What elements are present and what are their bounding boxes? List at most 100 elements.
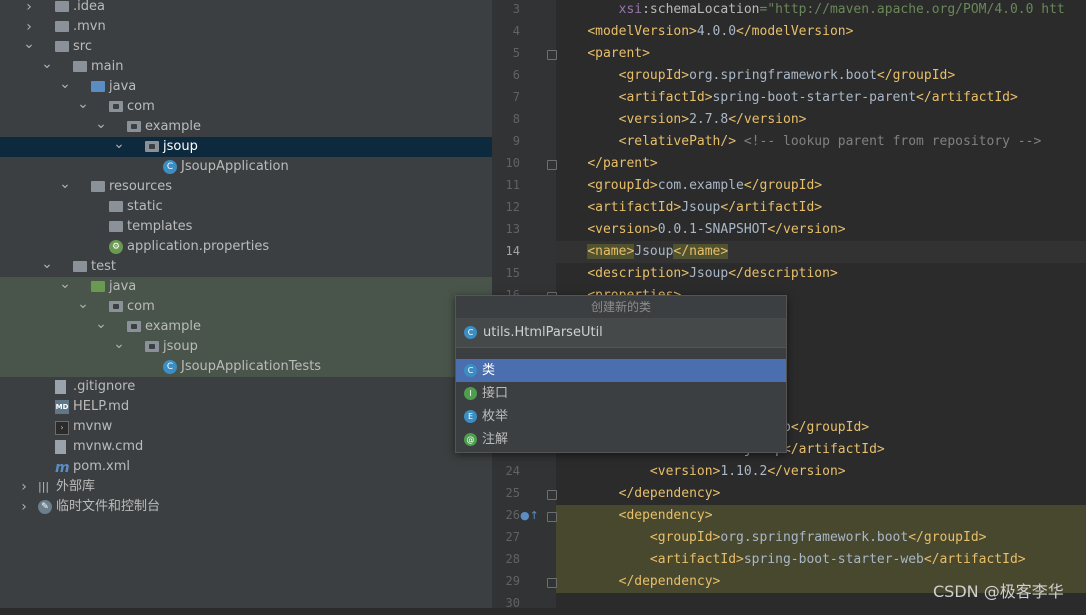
popup-option[interactable]: C类 xyxy=(456,359,786,382)
tree-item-[interactable]: › ✎ 临时文件和控制台 xyxy=(0,497,492,517)
tree-item-example[interactable]: ⌄ example xyxy=(0,117,492,137)
chevron-down-icon[interactable]: ⌄ xyxy=(77,97,89,111)
fold-icon[interactable] xyxy=(547,490,557,500)
fold-icon[interactable] xyxy=(547,160,557,170)
line-number: 9 xyxy=(512,134,520,148)
chevron-down-icon[interactable]: ⌄ xyxy=(95,317,107,331)
code-line[interactable]: <groupId>org.springframework.boot</group… xyxy=(556,527,1086,549)
folder-icon xyxy=(55,41,69,52)
code-line[interactable]: <groupId>org.springframework.boot</group… xyxy=(556,65,1086,87)
tree-item-label: static xyxy=(127,199,163,214)
code-line[interactable]: <groupId>com.example</groupId> xyxy=(556,175,1086,197)
tree-item-mvnw-cmd[interactable]: mvnw.cmd xyxy=(0,437,492,457)
chevron-down-icon[interactable]: ⌄ xyxy=(23,37,35,51)
tree-item-src[interactable]: ⌄ src xyxy=(0,37,492,57)
line-number: 14 xyxy=(505,244,520,258)
tree-item-[interactable]: › ||| 外部库 xyxy=(0,477,492,497)
tree-item-label: JsoupApplication xyxy=(181,159,289,174)
chevron-down-icon[interactable]: ⌄ xyxy=(95,117,107,131)
code-line[interactable]: <name>Jsoup</name> xyxy=(556,241,1086,263)
tree-item-com[interactable]: ⌄ com xyxy=(0,297,492,317)
tree-item-help-md[interactable]: MD HELP.md xyxy=(0,397,492,417)
class-name-input[interactable]: C utils.HtmlParseUtil xyxy=(456,319,786,348)
tree-item-mvnw[interactable]: › mvnw xyxy=(0,417,492,437)
popup-option-label: 枚举 xyxy=(482,409,509,424)
line-number: 7 xyxy=(512,90,520,104)
code-line[interactable]: <description>Jsoup</description> xyxy=(556,263,1086,285)
line-number: 15 xyxy=(505,266,520,280)
folder-icon xyxy=(73,61,87,72)
class-icon: C xyxy=(163,160,177,174)
popup-title: 创建新的类 xyxy=(456,296,786,319)
tree-item-example[interactable]: ⌄ example xyxy=(0,317,492,337)
code-line[interactable]: <dependency> xyxy=(556,505,1086,527)
fold-icon[interactable] xyxy=(547,512,557,522)
tree-item-gitignore[interactable]: .gitignore xyxy=(0,377,492,397)
package-icon xyxy=(127,321,141,332)
code-line[interactable]: <artifactId>spring-boot-starter-parent</… xyxy=(556,87,1086,109)
line-number: 6 xyxy=(512,68,520,82)
chevron-down-icon[interactable]: ⌄ xyxy=(41,257,53,271)
tree-item-com[interactable]: ⌄ com xyxy=(0,97,492,117)
tree-item-label: templates xyxy=(127,219,193,234)
code-line[interactable]: <relativePath/> <!-- lookup parent from … xyxy=(556,131,1086,153)
tree-item-label: src xyxy=(73,39,92,54)
tree-item-java[interactable]: ⌄ java xyxy=(0,277,492,297)
chevron-right-icon[interactable]: › xyxy=(18,477,30,497)
code-line[interactable]: xsi:schemaLocation="http://maven.apache.… xyxy=(556,0,1086,21)
code-line[interactable]: </dependency> xyxy=(556,483,1086,505)
line-number: 4 xyxy=(512,24,520,38)
chevron-down-icon[interactable]: ⌄ xyxy=(59,277,71,291)
code-line[interactable]: <parent> xyxy=(556,43,1086,65)
tree-item-static[interactable]: static xyxy=(0,197,492,217)
tree-item-jsoupapplication[interactable]: C JsoupApplication xyxy=(0,157,492,177)
chevron-down-icon[interactable]: ⌄ xyxy=(113,137,125,151)
kind-icon: C xyxy=(464,364,477,377)
chevron-down-icon[interactable]: ⌄ xyxy=(113,337,125,351)
popup-option[interactable]: E 枚举 xyxy=(456,405,786,428)
line-number: 28 xyxy=(505,552,520,566)
tree-item-application-properties[interactable]: ⚙ application.properties xyxy=(0,237,492,257)
fold-icon[interactable] xyxy=(547,578,557,588)
tree-item-test[interactable]: ⌄ test xyxy=(0,257,492,277)
tree-item-jsoupapplicationtests[interactable]: C JsoupApplicationTests xyxy=(0,357,492,377)
tree-item-java[interactable]: ⌄ java xyxy=(0,77,492,97)
code-line[interactable]: <version>0.0.1-SNAPSHOT</version> xyxy=(556,219,1086,241)
gutter-marker-icon[interactable]: ●↑ xyxy=(520,509,539,522)
fold-icon[interactable] xyxy=(547,50,557,60)
class-name-value[interactable]: utils.HtmlParseUtil xyxy=(483,319,603,347)
folder-icon xyxy=(73,261,87,272)
code-line[interactable]: <version>2.7.8</version> xyxy=(556,109,1086,131)
tree-item-mvn[interactable]: › .mvn xyxy=(0,17,492,37)
popup-option[interactable]: I 接口 xyxy=(456,382,786,405)
tree-item-main[interactable]: ⌄ main xyxy=(0,57,492,77)
code-line[interactable]: <modelVersion>4.0.0</modelVersion> xyxy=(556,21,1086,43)
tree-item-label: application.properties xyxy=(127,239,270,254)
chevron-right-icon[interactable]: › xyxy=(23,17,35,37)
line-number: 29 xyxy=(505,574,520,588)
package-icon xyxy=(145,141,159,152)
chevron-down-icon[interactable]: ⌄ xyxy=(59,77,71,91)
tree-item-resources[interactable]: ⌄ resources xyxy=(0,177,492,197)
tree-item-label: main xyxy=(91,59,124,74)
code-line[interactable]: <artifactId>spring-boot-starter-web</art… xyxy=(556,549,1086,571)
tree-item-label: pom.xml xyxy=(73,459,130,474)
chevron-down-icon[interactable]: ⌄ xyxy=(77,297,89,311)
chevron-down-icon[interactable]: ⌄ xyxy=(59,177,71,191)
code-line[interactable]: </parent> xyxy=(556,153,1086,175)
popup-option[interactable]: @ 注解 xyxy=(456,428,786,451)
code-line[interactable]: <version>1.10.2</version> xyxy=(556,461,1086,483)
tree-item-jsoup[interactable]: ⌄ jsoup xyxy=(0,137,492,157)
tree-item-templates[interactable]: templates xyxy=(0,217,492,237)
chevron-right-icon[interactable]: › xyxy=(23,0,35,17)
chevron-right-icon[interactable]: › xyxy=(18,497,30,517)
tree-item-idea[interactable]: › .idea xyxy=(0,0,492,17)
package-icon xyxy=(109,101,123,112)
tree-item-jsoup[interactable]: ⌄ jsoup xyxy=(0,337,492,357)
kind-icon: E xyxy=(464,410,477,423)
chevron-down-icon[interactable]: ⌄ xyxy=(41,57,53,71)
tree-item-pom-xml[interactable]: m pom.xml xyxy=(0,457,492,477)
code-line[interactable]: <artifactId>Jsoup</artifactId> xyxy=(556,197,1086,219)
tree-item-label: mvnw xyxy=(73,419,113,434)
tree-item-label: example xyxy=(145,319,201,334)
